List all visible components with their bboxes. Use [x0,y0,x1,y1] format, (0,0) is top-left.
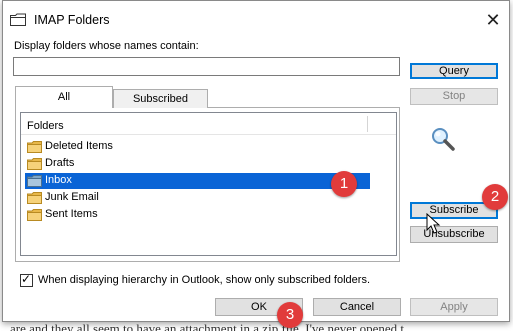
folder-row-junk-email[interactable]: Junk Email [25,190,370,206]
folder-row-sent-items[interactable]: Sent Items [25,207,370,223]
step-badge-3: 3 [277,302,303,328]
subscribed-only-label[interactable]: When displaying hierarchy in Outlook, sh… [38,274,370,286]
folder-icon [27,192,42,204]
folder-row-label: Deleted Items [45,140,113,152]
folder-list-header[interactable]: Folders [21,113,396,135]
checkmark-icon: ✓ [21,272,32,286]
folder-row-inbox[interactable]: Inbox [25,173,370,189]
folder-row-label: Inbox [45,174,72,186]
folder-row-drafts[interactable]: Drafts [25,156,370,172]
folders-column-header: Folders [27,120,64,132]
folder-row-label: Sent Items [45,208,98,220]
folder-icon [27,209,42,221]
close-icon[interactable]: ✕ [483,10,503,30]
folder-row-label: Junk Email [45,191,99,203]
tab-all[interactable]: All [15,86,113,108]
mouse-cursor-icon [426,213,441,234]
apply-button[interactable]: Apply [410,298,498,316]
window-title: IMAP Folders [34,13,110,27]
background-text: are and they all seem to have an attachm… [10,321,404,331]
step-badge-1: 1 [331,171,357,197]
step-badge-2: 2 [482,184,508,210]
folder-icon [10,13,26,26]
folder-icon [27,141,42,153]
magnifier-icon [432,128,455,151]
filter-label: Display folders whose names contain: [14,40,199,52]
folder-row-label: Drafts [45,157,75,169]
folder-name-filter-input[interactable] [13,57,400,76]
subscribed-only-checkbox[interactable]: ✓ [20,272,33,287]
tab-subscribed[interactable]: Subscribed [113,89,208,108]
folder-icon [27,158,42,170]
folder-row-deleted-items[interactable]: Deleted Items [25,139,370,155]
folder-icon [27,175,42,187]
query-button[interactable]: Query [410,63,498,79]
title-bar: IMAP Folders ✕ [3,1,509,39]
unsubscribe-button[interactable]: Unsubscribe [410,226,498,243]
stop-button[interactable]: Stop [410,88,498,105]
column-divider[interactable] [367,116,368,132]
cancel-button[interactable]: Cancel [313,298,401,316]
